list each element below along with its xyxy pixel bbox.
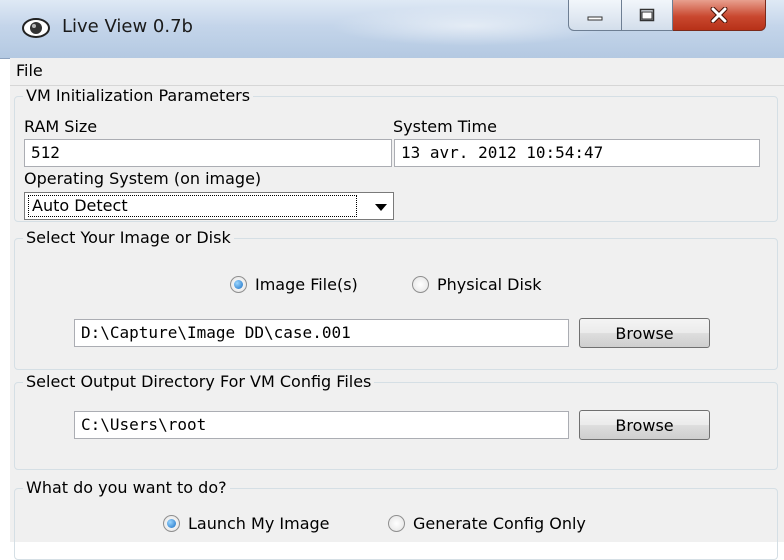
- radio-generate-config[interactable]: Generate Config Only: [388, 514, 586, 533]
- radio-physical-disk-dot: [412, 276, 429, 293]
- image-select-group: Select Your Image or Disk Image File(s) …: [14, 228, 778, 370]
- window-title: Live View 0.7b: [62, 16, 193, 37]
- os-select-value: Auto Detect: [28, 195, 357, 217]
- vm-init-group-title: VM Initialization Parameters: [23, 86, 254, 105]
- browse-output-button[interactable]: Browse: [579, 410, 710, 440]
- maximize-icon: [639, 8, 655, 22]
- vm-init-group: VM Initialization Parameters RAM Size Sy…: [14, 86, 778, 222]
- minimize-icon: [587, 16, 603, 21]
- radio-generate-config-dot: [388, 515, 405, 532]
- maximize-button[interactable]: [622, 0, 673, 31]
- close-button[interactable]: [673, 0, 766, 31]
- output-dir-input[interactable]: C:\Users\root: [74, 411, 569, 439]
- ram-size-input[interactable]: 512: [24, 139, 392, 167]
- menu-bar: File: [10, 58, 784, 86]
- menu-file[interactable]: File: [16, 61, 43, 80]
- close-icon: [710, 7, 728, 23]
- radio-launch-image-label: Launch My Image: [188, 514, 330, 533]
- radio-image-files-label: Image File(s): [255, 275, 358, 294]
- radio-physical-disk-label: Physical Disk: [437, 275, 542, 294]
- os-select[interactable]: Auto Detect: [24, 192, 394, 220]
- radio-launch-image-dot: [163, 515, 180, 532]
- action-group-title: What do you want to do?: [23, 478, 230, 497]
- output-dir-group-title: Select Output Directory For VM Config Fi…: [23, 372, 375, 391]
- browse-image-button[interactable]: Browse: [579, 318, 710, 348]
- chevron-down-icon: [375, 204, 387, 211]
- radio-image-files[interactable]: Image File(s): [230, 275, 358, 294]
- minimize-button[interactable]: [568, 0, 622, 31]
- output-dir-group: Select Output Directory For VM Config Fi…: [14, 372, 778, 470]
- image-select-group-title: Select Your Image or Disk: [23, 228, 234, 247]
- radio-physical-disk[interactable]: Physical Disk: [412, 275, 542, 294]
- window-controls: [568, 0, 766, 32]
- main-panel: VM Initialization Parameters RAM Size Sy…: [10, 86, 784, 560]
- image-path-input[interactable]: D:\Capture\Image DD\case.001: [74, 319, 569, 347]
- app-icon: [22, 18, 50, 38]
- ram-size-label: RAM Size: [24, 117, 98, 136]
- radio-launch-image[interactable]: Launch My Image: [163, 514, 330, 533]
- radio-generate-config-label: Generate Config Only: [413, 514, 586, 533]
- title-bar: Live View 0.7b: [0, 0, 784, 59]
- action-group: What do you want to do? Launch My Image …: [14, 478, 778, 560]
- system-time-label: System Time: [393, 117, 497, 136]
- radio-image-files-dot: [230, 276, 247, 293]
- os-label: Operating System (on image): [24, 169, 262, 188]
- system-time-input[interactable]: 13 avr. 2012 10:54:47: [394, 139, 760, 167]
